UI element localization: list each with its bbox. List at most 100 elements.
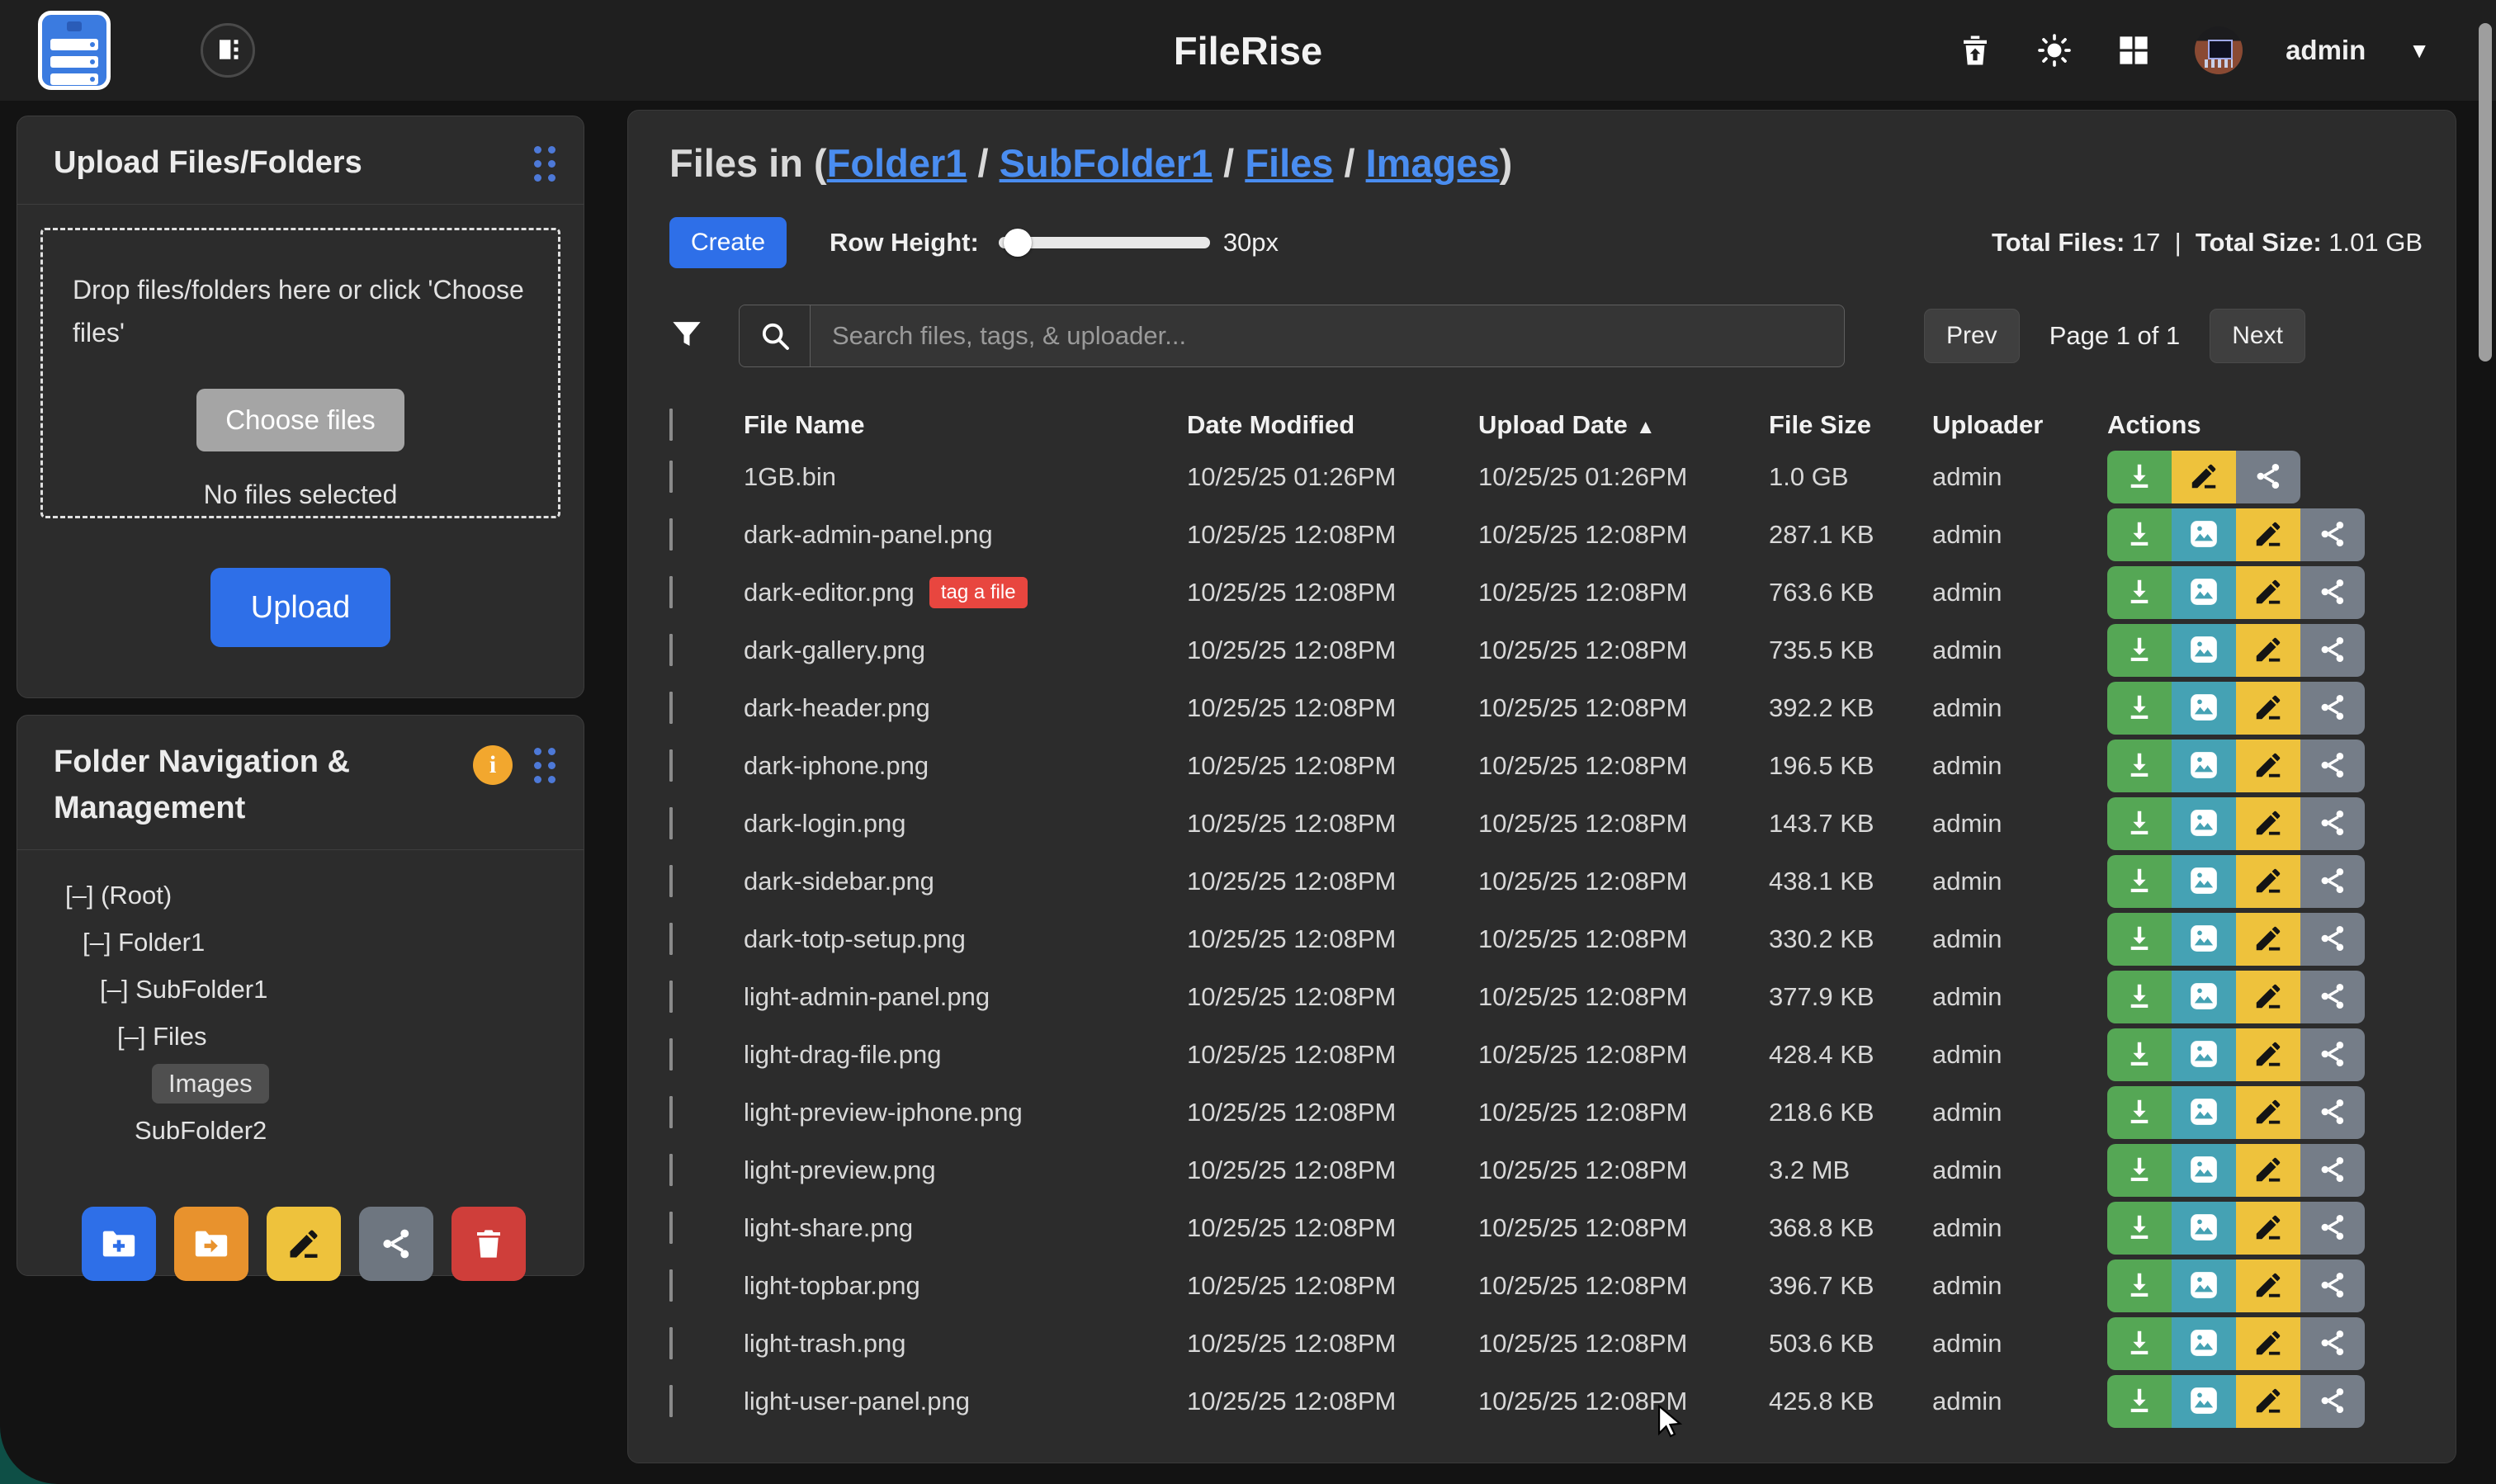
tag-badge[interactable]: tag a file	[929, 577, 1028, 608]
share-button[interactable]	[2300, 797, 2365, 850]
preview-button[interactable]	[2172, 1086, 2236, 1139]
share-button[interactable]	[2236, 451, 2300, 503]
breadcrumb-link-subfolder1[interactable]: SubFolder1	[1000, 141, 1213, 185]
share-button[interactable]	[2300, 1375, 2365, 1428]
edit-button[interactable]	[2236, 1144, 2300, 1197]
column-date-modified[interactable]: Date Modified	[1187, 410, 1478, 440]
scrollbar-thumb[interactable]	[2479, 23, 2492, 362]
tree-item-folder1[interactable]: [–] Folder1	[17, 919, 584, 966]
download-button[interactable]	[2107, 624, 2172, 677]
rename-folder-button[interactable]	[267, 1207, 341, 1281]
tree-item-subfolder1[interactable]: [–] SubFolder1	[17, 966, 584, 1013]
edit-button[interactable]	[2236, 913, 2300, 966]
file-name[interactable]: light-preview-iphone.png	[744, 1098, 1023, 1127]
row-checkbox[interactable]	[669, 576, 673, 608]
preview-button[interactable]	[2172, 1375, 2236, 1428]
row-checkbox[interactable]	[669, 1385, 673, 1417]
row-checkbox[interactable]	[669, 1038, 673, 1070]
chevron-down-icon[interactable]: ▼	[2409, 38, 2430, 64]
row-checkbox[interactable]	[669, 461, 673, 493]
column-uploader[interactable]: Uploader	[1932, 410, 2107, 440]
preview-button[interactable]	[2172, 855, 2236, 908]
preview-button[interactable]	[2172, 1317, 2236, 1370]
download-button[interactable]	[2107, 451, 2172, 503]
share-button[interactable]	[2300, 913, 2365, 966]
file-name[interactable]: dark-editor.png	[744, 578, 915, 607]
share-button[interactable]	[2300, 971, 2365, 1023]
edit-button[interactable]	[2236, 855, 2300, 908]
download-button[interactable]	[2107, 1375, 2172, 1428]
trash-restore-icon[interactable]	[1957, 32, 1993, 69]
preview-button[interactable]	[2172, 1028, 2236, 1081]
row-checkbox[interactable]	[669, 749, 673, 782]
download-button[interactable]	[2107, 682, 2172, 735]
column-file-name[interactable]: File Name	[744, 410, 1187, 440]
edit-button[interactable]	[2236, 1086, 2300, 1139]
row-checkbox[interactable]	[669, 1154, 673, 1186]
select-all-checkbox[interactable]	[669, 409, 673, 441]
move-folder-button[interactable]	[174, 1207, 248, 1281]
share-button[interactable]	[2300, 1144, 2365, 1197]
edit-button[interactable]	[2236, 740, 2300, 792]
row-checkbox[interactable]	[669, 1327, 673, 1359]
share-button[interactable]	[2300, 508, 2365, 561]
preview-button[interactable]	[2172, 1202, 2236, 1255]
row-checkbox[interactable]	[669, 1096, 673, 1128]
tree-item-subfolder2[interactable]: SubFolder2	[17, 1107, 584, 1154]
share-button[interactable]	[2300, 1317, 2365, 1370]
next-page-button[interactable]: Next	[2210, 309, 2305, 363]
edit-button[interactable]	[2172, 451, 2236, 503]
user-avatar[interactable]	[2195, 26, 2243, 74]
download-button[interactable]	[2107, 1144, 2172, 1197]
file-name[interactable]: light-admin-panel.png	[744, 982, 990, 1012]
edit-button[interactable]	[2236, 971, 2300, 1023]
file-name[interactable]: dark-totp-setup.png	[744, 924, 966, 954]
edit-button[interactable]	[2236, 1260, 2300, 1312]
preview-button[interactable]	[2172, 624, 2236, 677]
share-button[interactable]	[2300, 566, 2365, 619]
file-name[interactable]: dark-sidebar.png	[744, 867, 934, 896]
create-button[interactable]: Create	[669, 217, 787, 268]
edit-button[interactable]	[2236, 1202, 2300, 1255]
edit-button[interactable]	[2236, 797, 2300, 850]
download-button[interactable]	[2107, 1086, 2172, 1139]
choose-files-button[interactable]: Choose files	[196, 389, 404, 451]
file-name[interactable]: light-drag-file.png	[744, 1040, 942, 1070]
preview-button[interactable]	[2172, 1260, 2236, 1312]
preview-button[interactable]	[2172, 682, 2236, 735]
row-checkbox[interactable]	[669, 923, 673, 955]
apps-grid-icon[interactable]	[2115, 32, 2152, 69]
create-folder-button[interactable]	[82, 1207, 156, 1281]
edit-button[interactable]	[2236, 682, 2300, 735]
share-button[interactable]	[2300, 624, 2365, 677]
download-button[interactable]	[2107, 566, 2172, 619]
edit-button[interactable]	[2236, 624, 2300, 677]
row-checkbox[interactable]	[669, 692, 673, 724]
row-checkbox[interactable]	[669, 865, 673, 897]
preview-button[interactable]	[2172, 913, 2236, 966]
share-folder-button[interactable]	[359, 1207, 433, 1281]
download-button[interactable]	[2107, 971, 2172, 1023]
edit-button[interactable]	[2236, 508, 2300, 561]
download-button[interactable]	[2107, 797, 2172, 850]
drag-handle-icon[interactable]	[534, 146, 555, 182]
file-name[interactable]: dark-iphone.png	[744, 751, 929, 781]
file-dropzone[interactable]: Drop files/folders here or click 'Choose…	[40, 228, 560, 518]
file-name[interactable]: dark-header.png	[744, 693, 930, 723]
file-name[interactable]: light-share.png	[744, 1213, 913, 1243]
preview-button[interactable]	[2172, 566, 2236, 619]
row-checkbox[interactable]	[669, 1269, 673, 1302]
file-name[interactable]: dark-gallery.png	[744, 636, 925, 665]
file-name[interactable]: dark-admin-panel.png	[744, 520, 993, 550]
download-button[interactable]	[2107, 1260, 2172, 1312]
row-checkbox[interactable]	[669, 518, 673, 551]
file-name[interactable]: light-user-panel.png	[744, 1387, 970, 1416]
search-input[interactable]	[811, 305, 1844, 366]
row-checkbox[interactable]	[669, 1212, 673, 1244]
file-name[interactable]: dark-login.png	[744, 809, 905, 839]
edit-button[interactable]	[2236, 1375, 2300, 1428]
download-button[interactable]	[2107, 1202, 2172, 1255]
preview-button[interactable]	[2172, 971, 2236, 1023]
share-button[interactable]	[2300, 1202, 2365, 1255]
info-icon[interactable]: i	[473, 745, 513, 785]
